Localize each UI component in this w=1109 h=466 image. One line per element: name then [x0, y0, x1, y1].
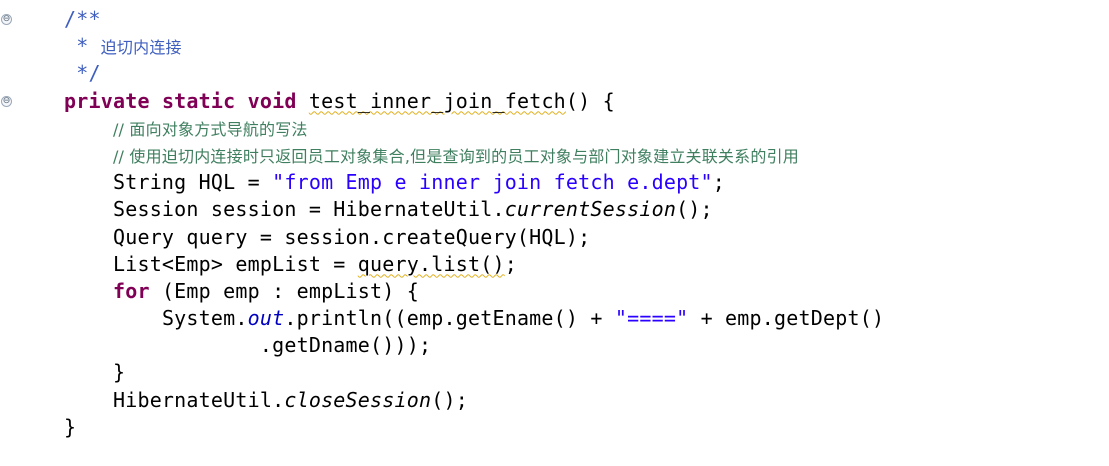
code-line: // 面向对象方式导航的写法: [64, 115, 1104, 142]
hibernate-util-class: HibernateUtil.: [112, 387, 285, 412]
code-line: HibernateUtil.closeSession();: [64, 387, 1104, 414]
println-rest: + emp.getDept(): [688, 306, 885, 331]
get-dname-call: .getDname()));: [259, 333, 432, 358]
comment-line: // 使用迫切内连接时只返回员工对象集合,但是查询到的员工对象与部门对象建立关联…: [112, 146, 799, 166]
keyword-for: for: [112, 278, 150, 303]
code-line: .getDname()));: [64, 332, 1104, 359]
javadoc-open: /**: [64, 7, 101, 31]
fold-collapse-icon[interactable]: ⊖: [1, 96, 12, 107]
semicolon: ;: [712, 170, 726, 195]
method-signature-rest: () {: [565, 88, 615, 113]
code-line: * 迫切内连接: [64, 33, 1104, 60]
code-line: Session session = HibernateUtil.currentS…: [64, 196, 1104, 223]
close-session-call: closeSession: [284, 387, 432, 412]
call-end: ();: [676, 197, 713, 222]
call-end: ();: [431, 387, 468, 412]
out-field: out: [247, 306, 285, 331]
current-session-call: currentSession: [504, 197, 677, 222]
query-list-call: query.list(): [357, 251, 505, 276]
session-declaration: Session session = HibernateUtil.: [112, 197, 505, 222]
keyword-static: static: [161, 88, 236, 113]
code-line: /**: [64, 6, 1104, 33]
close-brace: }: [64, 414, 77, 439]
system-class: System.: [161, 306, 248, 331]
comment-line: // 面向对象方式导航的写法: [112, 119, 308, 139]
code-line: // 使用迫切内连接时只返回员工对象集合,但是查询到的员工对象与部门对象建立关联…: [64, 142, 1104, 169]
editor-gutter: ⊖ ⊖: [0, 0, 18, 466]
query-line: Query query = session.createQuery(HQL);: [112, 224, 591, 249]
close-brace: }: [112, 360, 126, 385]
hql-declaration: String HQL =: [112, 170, 273, 195]
javadoc-text: 迫切内连接: [100, 38, 182, 58]
println-call: .println((emp.getEname() +: [284, 306, 615, 331]
code-line: }: [64, 359, 1104, 386]
code-editor[interactable]: ⊖ ⊖ /** * 迫切内连接 */ private static void t…: [0, 0, 1109, 466]
semicolon: ;: [504, 251, 517, 276]
code-line: }: [64, 414, 1104, 441]
code-line: List<Emp> empList = query.list();: [64, 251, 1104, 278]
code-line: String HQL = "from Emp e inner join fetc…: [64, 169, 1104, 196]
code-line: Query query = session.createQuery(HQL);: [64, 224, 1104, 251]
code-line: for (Emp emp : empList) {: [64, 278, 1104, 305]
code-line: private static void test_inner_join_fetc…: [64, 88, 1104, 115]
method-name: test_inner_join_fetch: [308, 88, 566, 113]
code-line: */: [64, 60, 1104, 87]
keyword-private: private: [64, 88, 150, 113]
equals-string: "====": [614, 306, 689, 331]
javadoc-close: */: [64, 61, 101, 86]
code-area[interactable]: /** * 迫切内连接 */ private static void test_…: [64, 6, 1104, 441]
fold-collapse-icon[interactable]: ⊖: [1, 14, 12, 25]
javadoc-star: *: [64, 34, 101, 59]
keyword-void: void: [247, 88, 297, 113]
for-header: (Emp emp : empList) {: [149, 278, 420, 303]
code-line: System.out.println((emp.getEname() + "==…: [64, 305, 1104, 332]
list-declaration: List<Emp> empList =: [112, 251, 358, 276]
hql-string: "from Emp e inner join fetch e.dept": [272, 170, 713, 195]
